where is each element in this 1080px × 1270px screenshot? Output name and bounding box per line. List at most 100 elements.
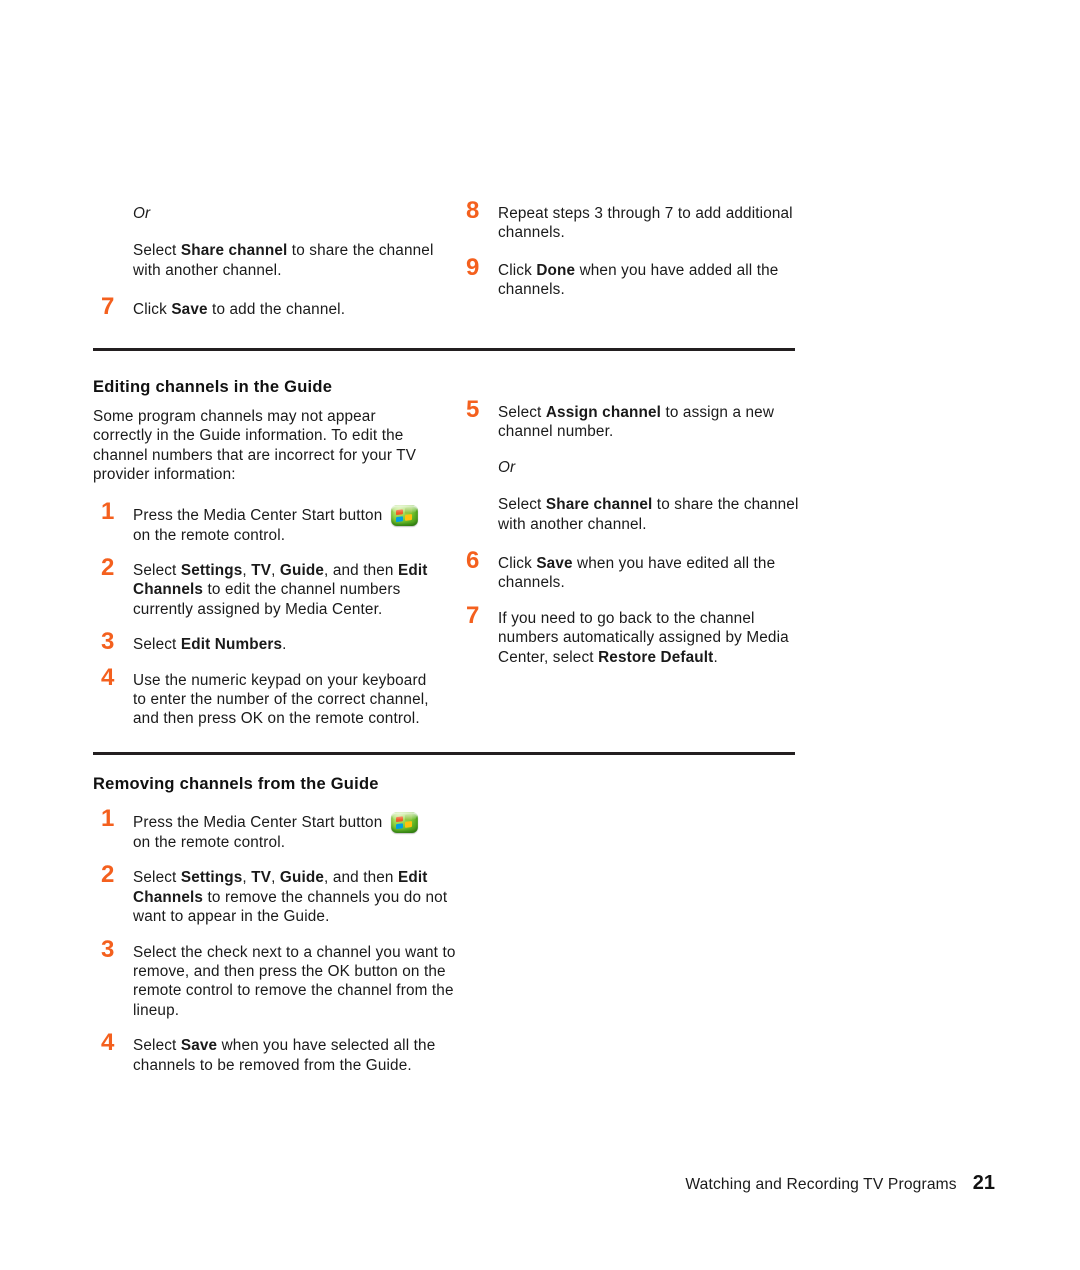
- step-bold-guide: Guide: [279, 562, 325, 580]
- step-number: 1: [101, 497, 115, 525]
- step-bold-tv: TV: [251, 562, 272, 580]
- editing-step-7: 7 If you need to go back to the channel …: [458, 603, 804, 667]
- step-pre-text: Select: [498, 404, 546, 421]
- step-text: Select Settings, TV, Guide, and then Edi…: [133, 868, 481, 926]
- page-footer: Watching and Recording TV Programs 21: [0, 1172, 1080, 1195]
- step-pre-text: Click: [498, 261, 537, 279]
- step-bold-text: Done: [536, 261, 576, 279]
- step-bold-text: Save: [536, 555, 573, 573]
- page-number: 21: [972, 1172, 995, 1194]
- step-post-text: .: [713, 648, 718, 666]
- or-label-editing: Or: [498, 458, 516, 476]
- step-bold-text: Edit Numbers: [180, 636, 283, 654]
- step-number: 2: [101, 861, 115, 889]
- step-number: 7: [466, 601, 480, 629]
- step-bold-settings: Settings: [180, 869, 243, 887]
- step-post-text: on the remote control.: [133, 526, 286, 544]
- step-pre-text: Click: [133, 301, 172, 319]
- step-text: If you need to go back to the channel nu…: [498, 609, 804, 667]
- step-number: 8: [466, 197, 480, 224]
- footer-chapter-title: Watching and Recording TV Programs: [685, 1176, 957, 1193]
- step-seg-4: , and then: [324, 562, 398, 580]
- step-text: Click Save when you have edited all the …: [498, 554, 804, 593]
- step-text: Click Save to add the channel.: [133, 300, 443, 319]
- step-7-top: 7 Click Save to add the channel.: [93, 295, 443, 319]
- step-bold-settings: Settings: [180, 562, 243, 580]
- step-text: Press the Media Center Start button on t…: [133, 812, 443, 852]
- share-channel-paragraph-top: Select Share channel to share the channe…: [133, 241, 443, 280]
- editing-intro-paragraph: Some program channels may not appear cor…: [93, 408, 417, 484]
- step-number: 9: [466, 253, 480, 281]
- share-channel-paragraph-editing: Select Share channel to share the channe…: [498, 495, 804, 534]
- step-bold-guide: Guide: [279, 869, 325, 887]
- step-text: Repeat steps 3 through 7 to add addition…: [498, 205, 793, 242]
- step-seg-3: ,: [271, 562, 280, 580]
- step-post-text: .: [282, 636, 287, 654]
- removing-step-3: 3 Select the check next to a channel you…: [93, 937, 481, 1021]
- editing-step-6: 6 Click Save when you have edited all th…: [458, 549, 804, 593]
- editing-step-4: 4 Use the numeric keypad on your keyboar…: [93, 665, 443, 729]
- section-divider-editing: [93, 348, 795, 351]
- step-bold-text: Restore Default: [598, 648, 714, 666]
- step-bold-text: Assign channel: [545, 404, 662, 421]
- step-post-text: to add the channel.: [207, 301, 346, 319]
- step-number: 6: [466, 547, 480, 575]
- step-post-text: on the remote control.: [133, 834, 286, 851]
- top-left-column: Or Select Share channel to share the cha…: [93, 204, 443, 334]
- step-text: Select Edit Numbers.: [133, 635, 443, 654]
- step-bold-text: Save: [171, 301, 208, 319]
- editing-step-1: 1 Press the Media Center Start button on…: [93, 499, 443, 545]
- step-number: 7: [101, 293, 115, 321]
- editing-right-column: 5 Select Assign channel to assign a new …: [458, 398, 804, 681]
- step-number: 4: [101, 663, 115, 691]
- step-text: Use the numeric keypad on your keyboard …: [133, 671, 429, 728]
- step-pre-text: Press the Media Center Start button: [133, 814, 387, 831]
- step-seg-1: Select: [133, 869, 181, 887]
- step-text: Select Save when you have selected all t…: [133, 1036, 443, 1075]
- section-heading-removing: Removing channels from the Guide: [93, 775, 379, 793]
- step-number: 3: [101, 935, 115, 963]
- step-number: 3: [101, 628, 115, 656]
- step-number: 5: [466, 396, 480, 423]
- step-seg-2: ,: [242, 869, 252, 887]
- editing-step-5: 5 Select Assign channel to assign a new …: [458, 398, 804, 442]
- media-center-start-icon: [390, 504, 418, 526]
- media-center-start-icon: [390, 812, 418, 833]
- step-number: 4: [101, 1029, 115, 1057]
- editing-left-column: Editing channels in the Guide Some progr…: [93, 378, 443, 743]
- step-pre-text: Select: [133, 1037, 181, 1055]
- editing-step-2: 2 Select Settings, TV, Guide, and then E…: [93, 556, 443, 619]
- step-bold-tv: TV: [251, 869, 272, 887]
- step-number: 2: [101, 554, 115, 582]
- editing-step-3: 3 Select Edit Numbers.: [93, 630, 443, 654]
- step-pre-text: Click: [498, 555, 537, 573]
- share-channel-pre-text: Select: [133, 242, 181, 260]
- share-channel-bold: Share channel: [545, 496, 653, 514]
- step-text: Press the Media Center Start button on t…: [133, 504, 443, 545]
- removing-step-1: 1 Press the Media Center Start button on…: [93, 807, 443, 852]
- step-seg-3: ,: [271, 869, 280, 887]
- or-label-top: Or: [133, 205, 151, 222]
- removing-step-2: 2 Select Settings, TV, Guide, and then E…: [93, 863, 481, 926]
- section-heading-editing: Editing channels in the Guide: [93, 378, 333, 396]
- removing-left-column: Removing channels from the Guide 1 Press…: [93, 775, 455, 1089]
- step-pre-text: Select: [133, 636, 181, 654]
- step-text: Select the check next to a channel you w…: [133, 943, 456, 1019]
- step-seg-4: , and then: [324, 869, 398, 887]
- manual-page: Or Select Share channel to share the cha…: [0, 0, 1080, 1270]
- step-bold-text: Save: [180, 1037, 218, 1055]
- removing-step-4: 4 Select Save when you have selected all…: [93, 1031, 443, 1075]
- step-text: Click Done when you have added all the c…: [498, 261, 798, 300]
- share-channel-pre-text: Select: [498, 496, 546, 514]
- step-text: Select Settings, TV, Guide, and then Edi…: [133, 561, 443, 619]
- step-seg-1: Select: [133, 562, 181, 580]
- step-8-top: 8 Repeat steps 3 through 7 to add additi…: [458, 199, 798, 243]
- step-pre-text: Press the Media Center Start button: [133, 506, 387, 524]
- step-seg-2: ,: [242, 562, 252, 580]
- step-text: Select Assign channel to assign a new ch…: [498, 403, 804, 442]
- step-number: 1: [101, 805, 115, 832]
- step-9-top: 9 Click Done when you have added all the…: [458, 255, 798, 300]
- section-divider-removing: [93, 752, 795, 755]
- top-right-column: 8 Repeat steps 3 through 7 to add additi…: [458, 199, 798, 314]
- share-channel-bold: Share channel: [180, 242, 288, 260]
